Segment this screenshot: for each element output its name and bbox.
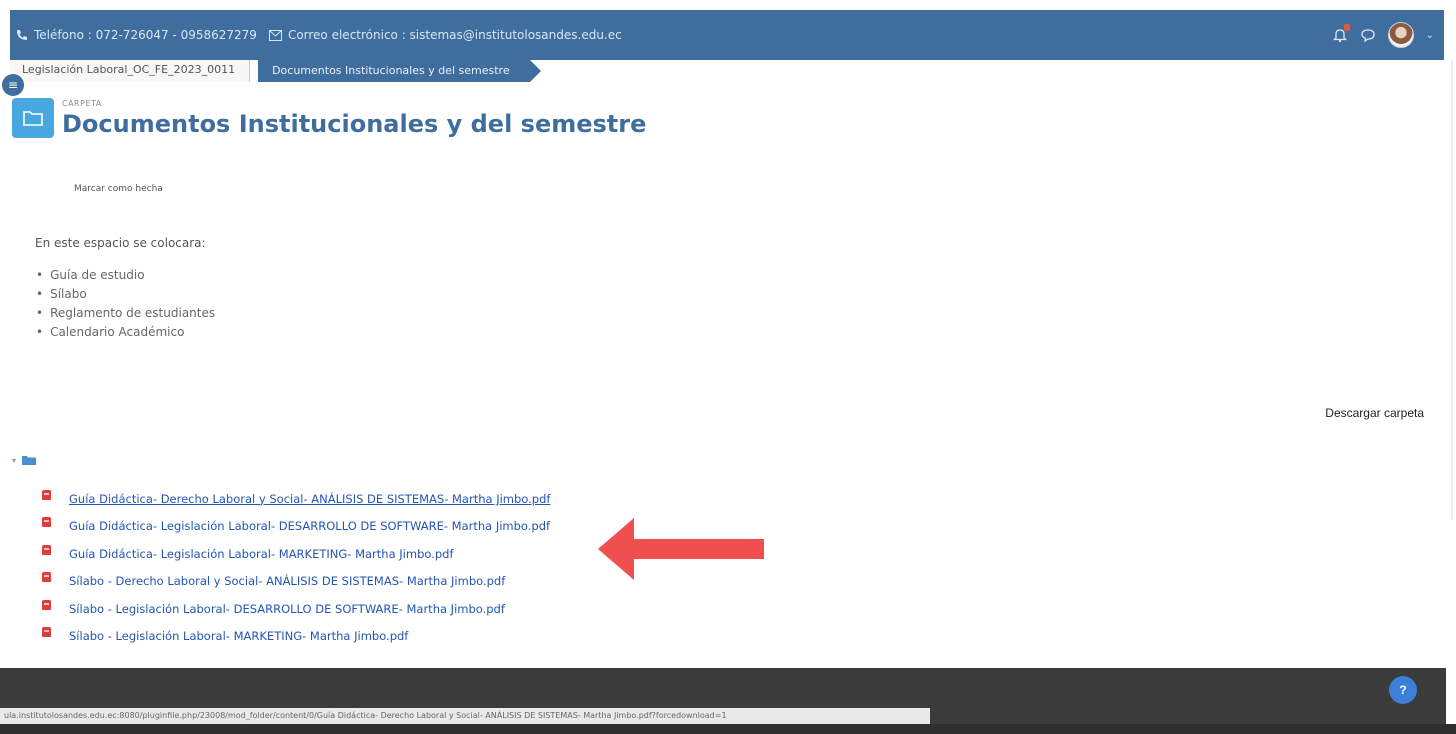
breadcrumb-course[interactable]: Legislación Laboral_OC_FE_2023_0011 (10, 60, 251, 82)
pdf-icon (42, 489, 51, 500)
file-link[interactable]: Guía Didáctica- Derecho Laboral y Social… (69, 492, 550, 506)
file-item: Guía Didáctica- Legislación Laboral- DES… (42, 513, 550, 541)
chat-icon[interactable] (1360, 27, 1376, 43)
list-item: Reglamento de estudiantes (36, 304, 215, 323)
chevron-down-icon[interactable]: ⌄ (1426, 30, 1434, 41)
tree-toggle-icon[interactable]: ▾ (12, 456, 16, 465)
file-item: Guía Didáctica- Derecho Laboral y Social… (42, 485, 550, 513)
phone-text: Teléfono : 072-726047 - 0958627279 (34, 28, 257, 42)
file-link[interactable]: Sílabo - Derecho Laboral y Social- ANÁLI… (69, 574, 505, 588)
bell-icon[interactable] (1332, 24, 1350, 43)
list-item: Calendario Académico (36, 323, 215, 342)
drawer-toggle-icon[interactable]: ≡ (2, 74, 24, 96)
file-link[interactable]: Sílabo - Legislación Laboral- DESARROLLO… (69, 602, 505, 616)
file-item: Sílabo - Legislación Laboral- MARKETING-… (42, 623, 550, 651)
list-item: Guía de estudio (36, 266, 215, 285)
file-item: Sílabo - Derecho Laboral y Social- ANÁLI… (42, 568, 550, 596)
folder-small-icon (22, 456, 37, 465)
content-list: Guía de estudio Sílabo Reglamento de est… (36, 266, 215, 342)
pdf-icon (42, 572, 51, 583)
file-link[interactable]: Guía Didáctica- Legislación Laboral- DES… (69, 519, 550, 533)
user-menu-area: ⌄ (1332, 22, 1434, 48)
file-item: Guía Didáctica- Legislación Laboral- MAR… (42, 540, 550, 568)
folder-tree-root[interactable]: ▾ (12, 455, 37, 465)
file-link[interactable]: Guía Didáctica- Legislación Laboral- MAR… (69, 547, 454, 561)
avatar[interactable] (1387, 22, 1414, 48)
page-title: Documentos Institucionales y del semestr… (62, 109, 647, 138)
breadcrumb-current[interactable]: Documentos Institucionales y del semestr… (258, 60, 541, 82)
pdf-icon (42, 544, 51, 555)
intro-text: En este espacio se colocara: (35, 236, 206, 250)
breadcrumb: Legislación Laboral_OC_FE_2023_0011 Docu… (10, 60, 541, 82)
pdf-icon (42, 599, 51, 610)
page-scrollbar[interactable] (1451, 60, 1453, 520)
activity-type-label: CARPETA (62, 98, 102, 108)
page-header: CARPETA Documentos Institucionales y del… (12, 98, 646, 138)
top-navbar: Teléfono : 072-726047 - 0958627279 Corre… (10, 10, 1444, 60)
list-item: Sílabo (36, 285, 215, 304)
file-list: Guía Didáctica- Derecho Laboral y Social… (42, 485, 550, 650)
email-text[interactable]: Correo electrónico : sistemas@institutol… (288, 28, 622, 42)
notification-badge (1343, 24, 1350, 31)
help-button[interactable]: ? (1389, 676, 1417, 704)
pdf-icon (42, 517, 51, 528)
download-folder-button[interactable]: Descargar carpeta (1325, 406, 1424, 420)
mark-as-done-button[interactable]: Marcar como hecha (74, 184, 163, 194)
file-link[interactable]: Sílabo - Legislación Laboral- MARKETING-… (69, 629, 408, 643)
browser-status-url: ula.institutolosandes.edu.ec:8080/plugin… (0, 708, 930, 724)
phone-icon (17, 30, 27, 40)
os-taskbar (0, 724, 1456, 734)
red-arrow-annotation (598, 518, 764, 580)
folder-icon (12, 98, 54, 138)
mail-icon (268, 29, 282, 41)
file-item: Sílabo - Legislación Laboral- DESARROLLO… (42, 595, 550, 623)
pdf-icon (42, 627, 51, 638)
contact-info: Teléfono : 072-726047 - 0958627279 Corre… (16, 28, 622, 42)
